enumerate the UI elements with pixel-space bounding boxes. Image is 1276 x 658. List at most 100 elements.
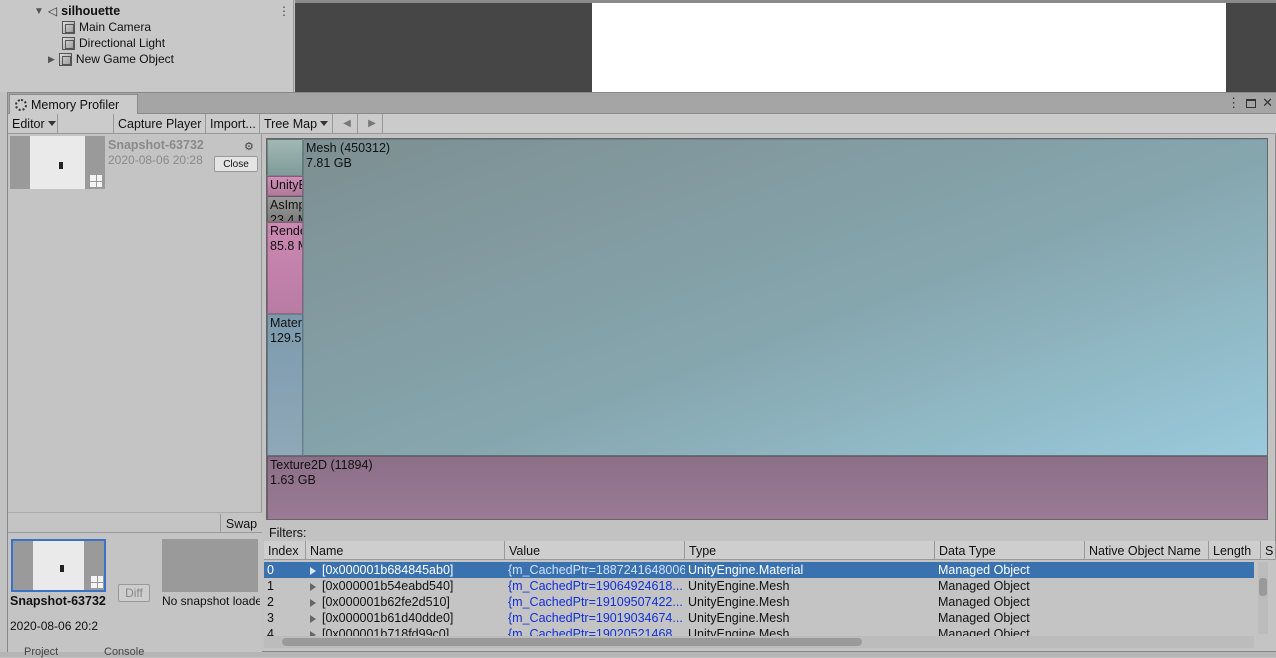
memory-profiler-icon [15, 98, 27, 111]
cell-name-text: [0x000001b718fd99c0] [322, 627, 450, 636]
bottom-tab-strip: Project Console [0, 646, 1276, 658]
scene-name: silhouette [61, 4, 121, 18]
hierarchy-item-directional-light[interactable]: Directional Light [62, 35, 165, 51]
diff-button[interactable]: Diff [118, 584, 150, 602]
column-header-length[interactable]: Length [1209, 541, 1261, 560]
column-header-name[interactable]: Name [306, 541, 505, 560]
tab-memory-profiler[interactable]: Memory Profiler [9, 94, 138, 114]
snapshot-b-label: No snapshot loade [162, 594, 260, 608]
table-row[interactable]: 2 [0x000001b62fe2d510] {m_CachedPtr=1910… [264, 594, 1254, 610]
table-header: Index Name Value Type Data Type Native O… [264, 541, 1276, 560]
toolbar: Editor Capture Player Import... Tree Map… [8, 114, 1276, 134]
expand-arrow-icon[interactable] [310, 598, 316, 607]
column-header-type[interactable]: Type [685, 541, 935, 560]
tab-console[interactable]: Console [104, 646, 144, 658]
treemap-cell-size: 129.5 [270, 331, 302, 345]
hierarchy-item-label: New Game Object [75, 52, 174, 66]
expand-arrow-icon[interactable] [310, 566, 316, 575]
treemap-cell-mesh[interactable]: Mesh (450312) 7.81 GB [303, 139, 1267, 456]
cell-type: UnityEngine.Mesh [688, 611, 790, 625]
cell-data-type: Managed Object [938, 595, 1030, 609]
cell-data-type: Managed Object [938, 563, 1030, 577]
column-header-index[interactable]: Index [264, 541, 306, 560]
snapshot-a-date: 2020-08-06 20:2 [10, 619, 99, 633]
settings-gear-icon[interactable]: ⚙ [244, 140, 254, 153]
kebab-menu-icon[interactable]: ⋮ [278, 4, 290, 18]
cell-type: UnityEngine.Mesh [688, 595, 790, 609]
windows-icon [90, 175, 102, 187]
treemap-cell-name: Rende [270, 224, 302, 238]
snapshot-a-name: Snapshot-63732 [10, 594, 106, 608]
window-tab-bar: Memory Profiler ⋮ ✕ [8, 93, 1276, 114]
cell-value[interactable]: {m_CachedPtr=19020521468... [505, 626, 685, 636]
cell-value[interactable]: {m_CachedPtr=19019034674... [505, 610, 685, 626]
expand-arrow-icon[interactable]: ▼ [34, 6, 44, 17]
treemap-cell-render[interactable]: Rende 85.8 M [267, 222, 303, 314]
horizontal-scrollbar[interactable] [264, 636, 1254, 648]
column-header-value[interactable]: Value [505, 541, 685, 560]
gameobject-cube-icon [58, 52, 72, 66]
horizontal-scrollbar-thumb[interactable] [282, 638, 862, 646]
hierarchy-panel: ▼ ◁ silhouette ⋮ Main Camera Directional… [0, 0, 294, 92]
snapshot-b-placeholder[interactable] [162, 539, 258, 592]
cell-name: [0x000001b684845ab0] [306, 562, 505, 578]
hierarchy-scene-row[interactable]: ▼ ◁ silhouette [34, 3, 120, 19]
gameobject-cube-icon [62, 36, 75, 50]
column-header-native-object-name[interactable]: Native Object Name [1085, 541, 1209, 560]
treemap-cell-name: Mesh (450312) [306, 141, 391, 155]
tab-label: Memory Profiler [31, 97, 120, 112]
capture-label: Capture Player [118, 116, 202, 131]
object-table: Index Name Value Type Data Type Native O… [264, 541, 1276, 651]
snapshot-thumbnail[interactable] [10, 136, 105, 189]
swap-button[interactable]: Swap [220, 514, 262, 533]
target-dropdown[interactable]: Editor [8, 114, 58, 133]
treemap-cell-material[interactable]: Mater 129.5 [267, 314, 303, 456]
column-header-data-type[interactable]: Data Type [935, 541, 1085, 560]
expand-arrow-icon[interactable] [310, 614, 316, 623]
import-label: Import... [210, 116, 256, 131]
swap-row: Swap [8, 512, 262, 533]
vertical-scrollbar-thumb[interactable] [1259, 578, 1267, 596]
cell-name: [0x000001b54eabd540] [306, 578, 505, 594]
maximize-icon[interactable] [1246, 98, 1257, 108]
window-controls: ⋮ ✕ [1227, 95, 1273, 111]
snapshot-list-item[interactable]: Snapshot-63732 ⚙ 2020-08-06 20:28 Close [10, 136, 260, 189]
view-dropdown[interactable]: Tree Map [260, 114, 333, 133]
table-row[interactable]: 0 [0x000001b684845ab0] {m_CachedPtr=1887… [264, 562, 1254, 578]
table-row[interactable]: 4 [0x000001b718fd99c0] {m_CachedPtr=1902… [264, 626, 1254, 636]
capture-player-button[interactable]: Capture Player [113, 114, 206, 133]
filters-label: Filters: [269, 526, 307, 540]
chevron-right-icon: ▶ [368, 118, 376, 129]
back-button[interactable]: ◀ [337, 114, 358, 133]
tab-project[interactable]: Project [24, 646, 58, 658]
cell-value[interactable]: {m_CachedPtr=1887241648006... [505, 562, 685, 578]
snapshot-a-thumbnail[interactable] [11, 539, 106, 592]
treemap-cell-unity[interactable]: UnityEngine. [267, 176, 303, 196]
close-snapshot-button[interactable]: Close [214, 156, 258, 172]
cell-name: [0x000001b718fd99c0] [306, 626, 505, 636]
forward-button[interactable]: ▶ [362, 114, 383, 133]
vertical-scrollbar[interactable] [1258, 562, 1268, 634]
chevron-down-icon [320, 121, 329, 126]
expand-arrow-icon[interactable] [310, 582, 316, 591]
hierarchy-item-main-camera[interactable]: Main Camera [62, 19, 151, 35]
cell-value[interactable]: {m_CachedPtr=19064924618... [505, 578, 685, 594]
hierarchy-item-new-game-object[interactable]: ▶ New Game Object [48, 51, 174, 67]
table-row[interactable]: 1 [0x000001b54eabd540] {m_CachedPtr=1906… [264, 578, 1254, 594]
treemap-cell-size: 23.4 M [270, 213, 302, 222]
treemap-cell-asimp[interactable]: AsImp 23.4 M [267, 196, 303, 222]
expand-arrow-icon[interactable]: ▶ [48, 54, 55, 65]
gameobject-cube-icon [62, 20, 75, 34]
treemap-cell-name: Texture2D (11894) [270, 458, 373, 472]
import-button[interactable]: Import... [206, 114, 260, 133]
treemap-cell-small[interactable] [267, 139, 303, 176]
game-view-canvas[interactable] [592, 3, 1226, 92]
cell-index: 2 [267, 595, 274, 609]
cell-name: [0x000001b62fe2d510] [306, 594, 505, 610]
kebab-menu-icon[interactable]: ⋮ [1227, 95, 1240, 111]
column-header-s[interactable]: S [1261, 541, 1276, 560]
close-icon[interactable]: ✕ [1262, 95, 1273, 111]
table-row[interactable]: 3 [0x000001b61d40dde0] {m_CachedPtr=1901… [264, 610, 1254, 626]
cell-value[interactable]: {m_CachedPtr=19109507422... [505, 594, 685, 610]
treemap-cell-texture2d[interactable]: Texture2D (11894) 1.63 GB [267, 456, 1267, 519]
